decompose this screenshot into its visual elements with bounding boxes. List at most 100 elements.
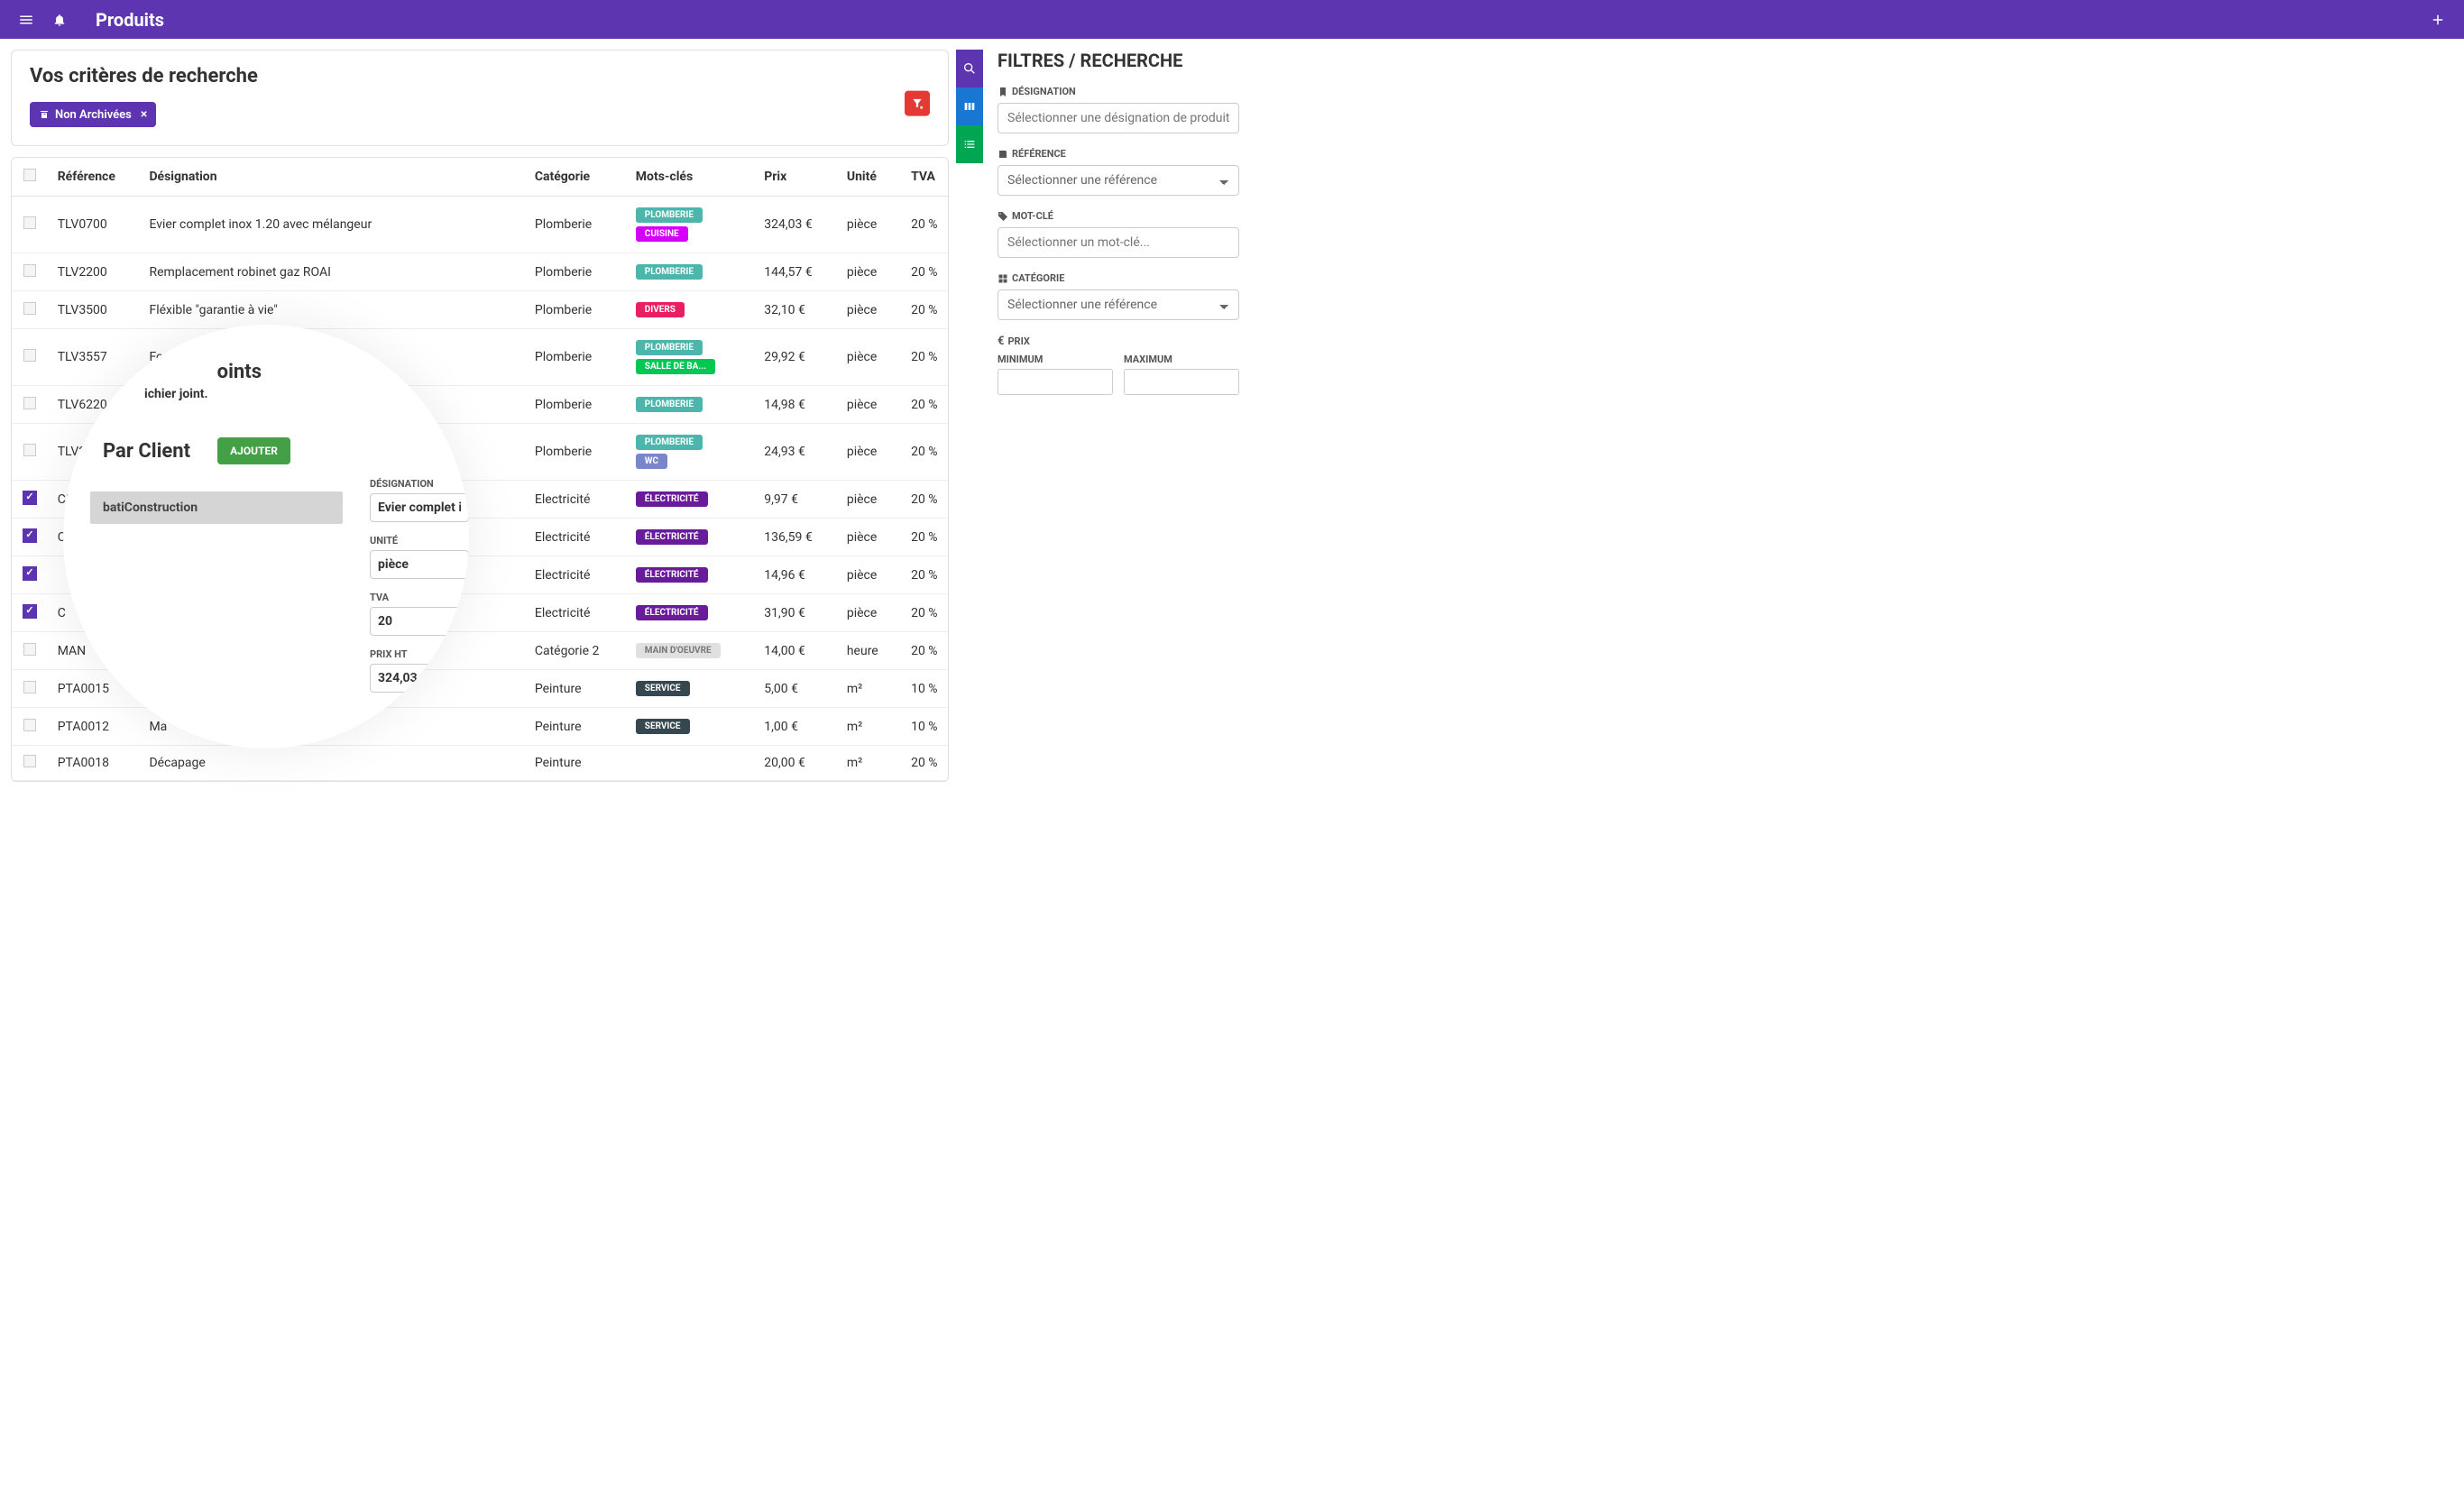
cell-cat: Plomberie [526, 253, 627, 291]
cell-cat: Peinture [526, 708, 627, 746]
popup-unite-input[interactable] [370, 550, 469, 579]
cell-tva: 20 % [902, 481, 948, 519]
row-checkbox[interactable] [23, 491, 37, 505]
row-checkbox[interactable] [23, 755, 36, 767]
cell-tags: DIVERS [627, 291, 755, 329]
clear-filters-button[interactable] [905, 90, 930, 115]
cell-prix: 32,10 € [755, 291, 838, 329]
cell-tva: 10 % [902, 708, 948, 746]
cell-tags: PLOMBERIEWC [627, 424, 755, 481]
table-row[interactable]: PTA0012 Ma Peinture SERVICE 1,00 € m² 10… [12, 708, 948, 746]
popup-designation-label: DÉSIGNATION [370, 478, 469, 490]
cell-tva: 20 % [902, 746, 948, 781]
tag-service: SERVICE [636, 681, 690, 696]
col-tva[interactable]: TVA [902, 158, 948, 197]
price-max-input[interactable] [1124, 369, 1239, 395]
cell-tva: 20 % [902, 594, 948, 632]
cell-prix: 144,57 € [755, 253, 838, 291]
cell-des: Fléxible "garantie à vie" [140, 291, 525, 329]
side-list-button[interactable] [956, 125, 983, 163]
cell-cat: Electricité [526, 556, 627, 594]
tag-icon [998, 211, 1008, 222]
row-checkbox[interactable] [23, 604, 37, 619]
joints-subtitle: ichier joint. [90, 387, 343, 401]
chip-close-icon[interactable]: × [141, 107, 147, 122]
row-checkbox[interactable] [23, 566, 37, 581]
cell-prix: 14,00 € [755, 632, 838, 670]
row-checkbox[interactable] [23, 444, 36, 456]
tag-divers: DIVERS [636, 302, 685, 317]
row-checkbox[interactable] [23, 681, 36, 693]
cell-tva: 20 % [902, 197, 948, 253]
cell-des: Evier complet inox 1.20 avec mélangeur [140, 197, 525, 253]
ajouter-button[interactable]: AJOUTER [217, 437, 290, 464]
table-row[interactable]: TLV0700 Evier complet inox 1.20 avec mél… [12, 197, 948, 253]
side-search-button[interactable] [956, 50, 983, 87]
tag-maindo: MAIN D'OEUVRE [636, 643, 721, 658]
col-categorie[interactable]: Catégorie [526, 158, 627, 197]
cell-tags: PLOMBERIE [627, 253, 755, 291]
min-label: MINIMUM [998, 354, 1113, 365]
col-reference[interactable]: Référence [49, 158, 141, 197]
cell-tva: 20 % [902, 253, 948, 291]
max-label: MAXIMUM [1124, 354, 1239, 365]
cell-unite: pièce [838, 329, 902, 386]
popup-designation-input[interactable] [370, 493, 469, 522]
row-checkbox[interactable] [23, 643, 36, 656]
row-checkbox[interactable] [23, 397, 36, 409]
motcle-input[interactable] [998, 227, 1239, 258]
cell-cat: Peinture [526, 746, 627, 781]
tag-elec: ÉLECTRICITÉ [636, 529, 708, 545]
row-checkbox[interactable] [23, 719, 36, 731]
cell-unite: pièce [838, 481, 902, 519]
cell-unite: pièce [838, 253, 902, 291]
col-unite[interactable]: Unité [838, 158, 902, 197]
cell-prix: 5,00 € [755, 670, 838, 708]
cell-prix: 1,00 € [755, 708, 838, 746]
bell-icon[interactable] [52, 13, 67, 27]
cell-unite: pièce [838, 197, 902, 253]
cell-tags: PLOMBERIE [627, 386, 755, 424]
designation-input[interactable] [998, 103, 1239, 133]
cell-cat: Peinture [526, 670, 627, 708]
cell-cat: Plomberie [526, 329, 627, 386]
row-checkbox[interactable] [23, 349, 36, 362]
client-item-baticonstruction[interactable]: batiConstruction [90, 491, 343, 524]
cell-unite: pièce [838, 519, 902, 556]
row-checkbox[interactable] [23, 528, 37, 543]
row-checkbox[interactable] [23, 264, 36, 277]
cell-tags: ÉLECTRICITÉ [627, 556, 755, 594]
popup-unite-label: UNITÉ [370, 535, 469, 546]
cell-tags [627, 746, 755, 781]
reference-select[interactable]: Sélectionner une référence [998, 165, 1239, 196]
tag-plomberie: PLOMBERIE [636, 264, 703, 280]
add-icon[interactable] [2430, 12, 2446, 28]
tag-elec: ÉLECTRICITÉ [636, 567, 708, 583]
bookmark-icon [998, 87, 1008, 97]
col-designation[interactable]: Désignation [140, 158, 525, 197]
price-min-input[interactable] [998, 369, 1113, 395]
save-icon [998, 149, 1008, 160]
menu-icon[interactable] [18, 12, 34, 28]
table-row[interactable]: PTA0018 Décapage Peinture 20,00 € m² 20 … [12, 746, 948, 781]
cell-unite: pièce [838, 594, 902, 632]
row-checkbox[interactable] [23, 216, 36, 229]
cell-cat: Plomberie [526, 197, 627, 253]
table-row[interactable]: TLV3500 Fléxible "garantie à vie" Plombe… [12, 291, 948, 329]
cell-tags: MAIN D'OEUVRE [627, 632, 755, 670]
archive-icon [39, 109, 50, 120]
filter-label-reference: RÉFÉRENCE [998, 148, 1239, 160]
filter-label-designation: DÉSIGNATION [998, 86, 1239, 97]
categorie-select[interactable]: Sélectionner une référence [998, 289, 1239, 320]
cell-tags: ÉLECTRICITÉ [627, 481, 755, 519]
col-prix[interactable]: Prix [755, 158, 838, 197]
table-row[interactable]: TLV2200 Remplacement robinet gaz ROAI Pl… [12, 253, 948, 291]
filter-chip-non-archivees[interactable]: Non Archivées × [30, 102, 156, 127]
side-columns-button[interactable] [956, 87, 983, 125]
row-checkbox[interactable] [23, 302, 36, 315]
cell-des: Remplacement robinet gaz ROAI [140, 253, 525, 291]
select-all-checkbox[interactable] [23, 169, 36, 181]
cell-tags: SERVICE [627, 708, 755, 746]
cell-unite: m² [838, 746, 902, 781]
col-mots-cles[interactable]: Mots-clés [627, 158, 755, 197]
